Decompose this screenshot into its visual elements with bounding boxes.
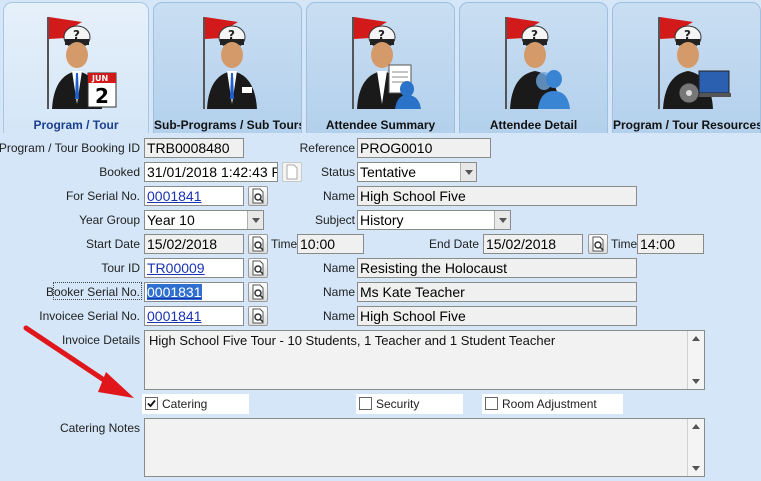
tab-label: Attendee Summary — [325, 118, 436, 132]
calendar-day: 2 — [95, 84, 109, 108]
security-label: Security — [376, 397, 420, 411]
tab-label: Attendee Detail — [489, 118, 578, 132]
calendar-month: JUN — [91, 74, 108, 83]
year-group-value: Year 10 — [147, 212, 195, 228]
lookup-icon — [252, 260, 264, 276]
room-adjustment-label: Room Adjustment — [502, 397, 597, 411]
for-name-label: Name — [322, 189, 355, 203]
calendar-lookup-icon — [592, 236, 604, 252]
subject-label: Subject — [314, 213, 355, 227]
invoicee-serial-lookup-button[interactable] — [248, 306, 268, 326]
tab-attendee-detail[interactable]: ? Attendee Detail — [459, 2, 608, 133]
host-flag-calendar-icon: ? JUN 2 — [47, 17, 117, 109]
scroll-down-icon[interactable] — [692, 379, 700, 384]
start-date-label: Start Date — [85, 237, 140, 251]
chevron-down-icon[interactable] — [247, 211, 263, 229]
start-time-label: Time — [271, 237, 298, 251]
catering-notes-label: Catering Notes — [59, 421, 140, 435]
end-time-field[interactable]: 14:00 — [637, 234, 704, 254]
tab-label: Program / Tour Resources — [613, 118, 761, 132]
tab-bar: ? JUN 2 Program / Tour ? Sub-Programs / … — [0, 0, 761, 133]
start-date-picker-button[interactable] — [248, 234, 268, 254]
tour-name-field[interactable]: Resisting the Holocaust — [357, 258, 637, 278]
booking-id-label: Program / Tour Booking ID — [0, 141, 140, 155]
booker-name-field[interactable]: Ms Kate Teacher — [357, 282, 637, 302]
for-serial-field[interactable]: 0001841 — [144, 186, 244, 206]
check-icon — [147, 399, 156, 408]
svg-text:?: ? — [228, 28, 235, 42]
tab-attendee-summary[interactable]: ? Attendee Summary — [306, 2, 455, 133]
year-group-label: Year Group — [79, 213, 140, 227]
booker-serial-field[interactable]: 0001831 — [144, 282, 244, 302]
catering-label: Catering — [162, 397, 208, 411]
invoicee-serial-label: Invoicee Serial No. — [39, 309, 140, 323]
end-date-field[interactable]: 15/02/2018 — [483, 234, 583, 254]
tab-sub-programs[interactable]: ? Sub-Programs / Sub Tours — [153, 2, 302, 133]
scrollbar[interactable] — [687, 419, 704, 476]
booked-label: Booked — [99, 165, 140, 179]
invoice-details-textarea[interactable]: High School Five Tour - 10 Students, 1 T… — [144, 330, 705, 390]
tab-label: Sub-Programs / Sub Tours — [154, 118, 302, 132]
reference-field[interactable]: PROG0010 — [357, 138, 491, 158]
attendee-detail-icon: ? — [504, 17, 570, 109]
tour-id-label: Tour ID — [101, 261, 140, 275]
scroll-up-icon[interactable] — [692, 336, 700, 341]
invoicee-name-field[interactable]: High School Five — [357, 306, 637, 326]
lookup-icon — [252, 308, 264, 324]
scrollbar[interactable] — [687, 331, 704, 389]
invoice-details-text: High School Five Tour - 10 Students, 1 T… — [149, 333, 556, 348]
tab-program-tour[interactable]: ? JUN 2 Program / Tour — [3, 2, 149, 133]
tab-label: Program / Tour — [33, 118, 119, 132]
status-select[interactable]: Tentative — [357, 162, 477, 182]
booker-serial-lookup-button[interactable] — [248, 282, 268, 302]
security-checkbox[interactable] — [359, 397, 372, 410]
status-label: Status — [320, 165, 355, 179]
status-value: Tentative — [360, 164, 417, 180]
scroll-down-icon[interactable] — [692, 466, 700, 471]
calendar-lookup-icon — [252, 236, 264, 252]
tab-program-tour-resources[interactable]: ? Program / Tour Resources — [612, 2, 761, 133]
document-icon — [286, 164, 298, 180]
scroll-up-icon[interactable] — [692, 424, 700, 429]
room-adjustment-checkbox[interactable] — [485, 397, 498, 410]
svg-text:?: ? — [684, 28, 691, 42]
lookup-icon — [252, 188, 264, 204]
tour-name-label: Name — [322, 261, 355, 275]
booker-serial-label: Booker Serial No. — [45, 285, 140, 299]
booked-note-button[interactable] — [282, 162, 302, 182]
for-name-field[interactable]: High School Five — [357, 186, 637, 206]
svg-text:?: ? — [531, 28, 538, 42]
tour-id-lookup-button[interactable] — [248, 258, 268, 278]
end-time-label: Time — [611, 237, 638, 251]
booking-id-field[interactable]: TRB0008480 — [144, 138, 244, 158]
chevron-down-icon[interactable] — [494, 211, 510, 229]
for-serial-lookup-button[interactable] — [248, 186, 268, 206]
reference-label: Reference — [299, 141, 355, 155]
for-serial-label: For Serial No. — [65, 189, 140, 203]
invoicee-name-label: Name — [322, 309, 355, 323]
start-time-field[interactable]: 10:00 — [297, 234, 364, 254]
lookup-icon — [252, 284, 264, 300]
booked-field[interactable]: 31/01/2018 1:42:43 PM — [144, 162, 278, 182]
subject-value: History — [360, 212, 404, 228]
booker-serial-value: 0001831 — [147, 284, 202, 300]
chevron-down-icon[interactable] — [460, 163, 476, 181]
end-date-label: End Date — [428, 237, 479, 251]
svg-text:?: ? — [378, 28, 385, 42]
year-group-select[interactable]: Year 10 — [144, 210, 264, 230]
subject-select[interactable]: History — [357, 210, 511, 230]
end-date-picker-button[interactable] — [588, 234, 608, 254]
svg-text:?: ? — [73, 28, 80, 42]
start-date-field[interactable]: 15/02/2018 — [144, 234, 244, 254]
resources-icon: ? — [657, 17, 731, 109]
annotation-arrow-icon — [23, 325, 134, 398]
invoicee-serial-field[interactable]: 0001841 — [144, 306, 244, 326]
tour-id-field[interactable]: TR00009 — [144, 258, 244, 278]
host-flag-icon: ? — [202, 17, 257, 109]
booker-name-label: Name — [322, 285, 355, 299]
catering-notes-textarea[interactable] — [144, 418, 705, 477]
attendee-summary-icon: ? — [351, 17, 421, 109]
catering-checkbox[interactable] — [145, 397, 158, 410]
